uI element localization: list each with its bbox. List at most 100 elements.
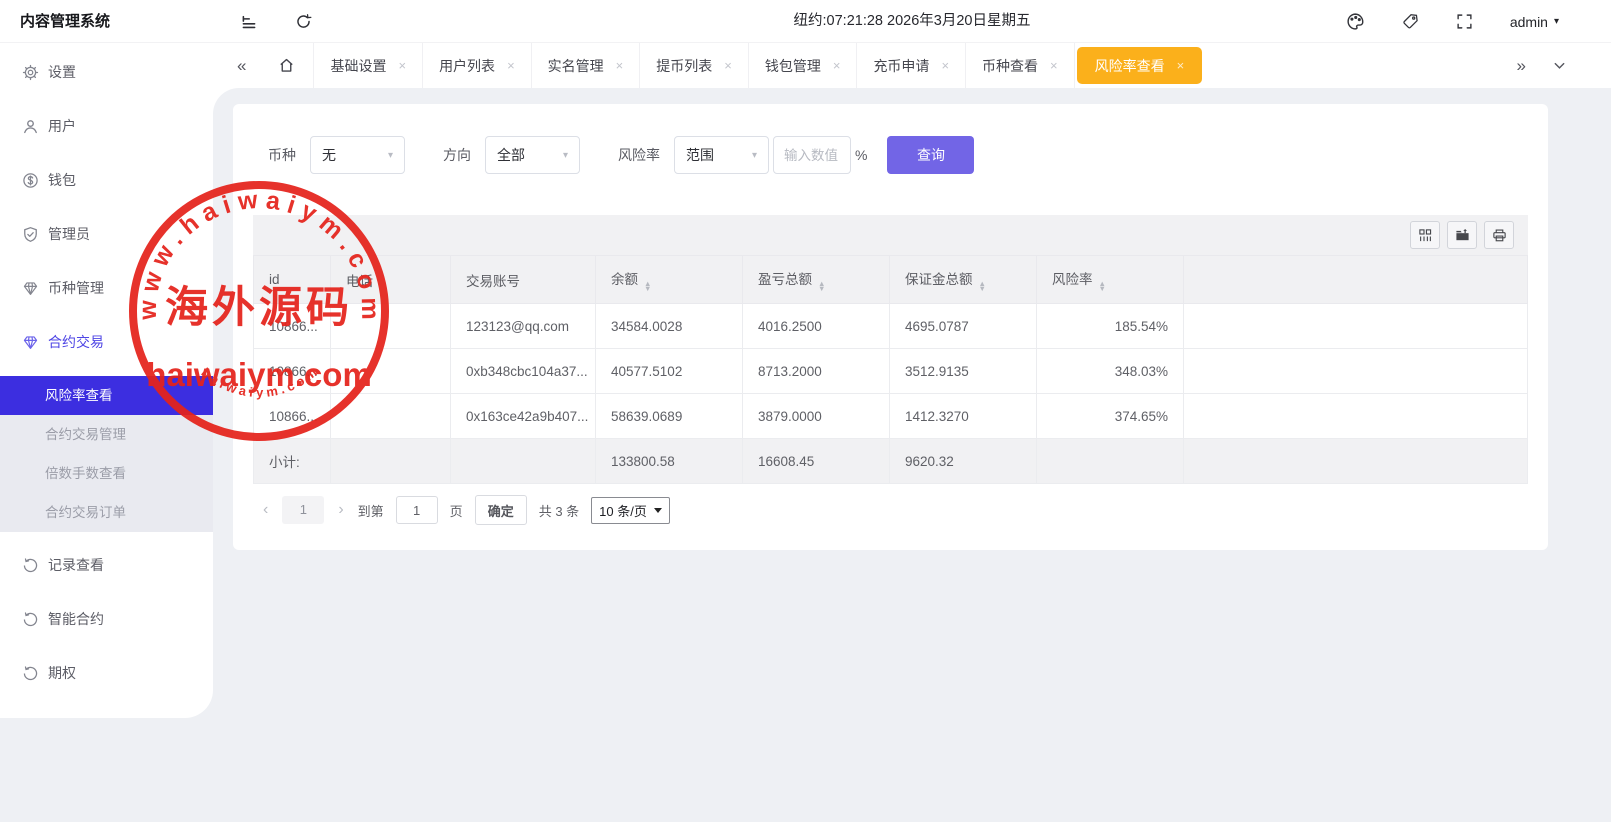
col-balance[interactable]: 余额 ▲▼ xyxy=(596,256,743,304)
currency-select[interactable]: 无 ▾ xyxy=(310,136,405,174)
cell-phone xyxy=(331,349,451,394)
tab-user-list[interactable]: 用户列表 × xyxy=(423,43,532,88)
total-count-label: 共 3 条 xyxy=(539,501,579,520)
sidebar-item-records[interactable]: 记录查看 xyxy=(0,538,213,592)
tab-kyc-manage[interactable]: 实名管理 × xyxy=(532,43,641,88)
cell-balance: 34584.0028 xyxy=(596,304,743,349)
tab-close-icon[interactable]: × xyxy=(833,58,841,73)
page-number-button[interactable]: 1 xyxy=(282,496,324,524)
home-tab[interactable] xyxy=(260,43,314,88)
submenu-item-risk-rate-view[interactable]: 风险率查看 xyxy=(0,376,213,415)
currency-filter-label: 币种 xyxy=(268,145,296,165)
col-id: id xyxy=(254,256,331,304)
tab-label: 风险率查看 xyxy=(1095,56,1165,76)
tab-close-icon[interactable]: × xyxy=(1177,58,1185,73)
next-page-icon[interactable]: › xyxy=(336,501,345,519)
cell-account: 0xb348cbc104a37... xyxy=(451,349,596,394)
tab-close-icon[interactable]: × xyxy=(616,58,624,73)
sort-icon[interactable]: ▲▼ xyxy=(979,282,986,291)
tab-withdraw-list[interactable]: 提币列表 × xyxy=(640,43,749,88)
sidebar-item-contract-trading[interactable]: 合约交易 xyxy=(0,315,213,369)
tab-deposit-apply[interactable]: 充币申请 × xyxy=(857,43,966,88)
cell-id: 10866... xyxy=(254,304,331,349)
col-risk[interactable]: 风险率▲▼ xyxy=(1037,256,1184,304)
query-button[interactable]: 查询 xyxy=(887,136,974,174)
page-suffix-label: 页 xyxy=(450,501,463,520)
sort-icon[interactable]: ▲▼ xyxy=(1099,282,1106,291)
print-button[interactable] xyxy=(1484,221,1514,249)
user-menu[interactable]: admin ▾ xyxy=(1510,14,1559,30)
tab-close-icon[interactable]: × xyxy=(398,58,406,73)
top-bar: 内容管理系统 纽约:07:21:28 2026年3月20日星期五 xyxy=(0,0,1611,43)
tab-label: 用户列表 xyxy=(439,56,495,76)
tab-label: 钱包管理 xyxy=(765,56,821,76)
cell-balance: 58639.0689 xyxy=(596,394,743,439)
submenu-item-contract-trade-orders[interactable]: 合约交易订单 xyxy=(0,493,213,532)
home-icon xyxy=(278,57,295,74)
tab-close-icon[interactable]: × xyxy=(507,58,515,73)
tab-close-icon[interactable]: × xyxy=(724,58,732,73)
col-margin[interactable]: 保证金总额▲▼ xyxy=(890,256,1037,304)
cell-filler xyxy=(1184,304,1528,349)
tab-strip: « 基础设置 × 用户列表 × 实名管理 × 提币列表 × 钱包管理 × 充币申… xyxy=(213,43,1611,88)
column-settings-button[interactable] xyxy=(1410,221,1440,249)
cell-risk: 348.03% xyxy=(1037,349,1184,394)
submenu-item-contract-trade-manage[interactable]: 合约交易管理 xyxy=(0,415,213,454)
tab-close-icon[interactable]: × xyxy=(941,58,949,73)
tab-coin-view[interactable]: 币种查看 × xyxy=(966,43,1075,88)
submenu-item-multiple-lots-view[interactable]: 倍数手数查看 xyxy=(0,454,213,493)
contract-trading-submenu: 风险率查看 合约交易管理 倍数手数查看 合约交易订单 xyxy=(0,376,213,532)
table-toolbar xyxy=(253,215,1528,255)
sidebar-item-label: 管理员 xyxy=(48,224,90,244)
col-account: 交易账号 xyxy=(451,256,596,304)
sidebar-item-settings[interactable]: 设置 xyxy=(0,45,213,99)
subtotal-margin: 9620.32 xyxy=(890,439,1037,484)
caret-down-icon xyxy=(654,508,662,513)
tabs-scroll-left-icon[interactable]: « xyxy=(213,56,260,76)
goto-confirm-button[interactable]: 确定 xyxy=(475,495,527,525)
tag-icon[interactable] xyxy=(1402,13,1419,30)
tabs-scroll-right-icon[interactable]: » xyxy=(1517,56,1526,76)
cell-id: 10866... xyxy=(254,349,331,394)
col-pnl[interactable]: 盈亏总额▲▼ xyxy=(743,256,890,304)
tabs-menu-chevron-icon[interactable] xyxy=(1552,58,1567,73)
sort-icon[interactable]: ▲▼ xyxy=(818,282,825,291)
direction-select[interactable]: 全部 ▾ xyxy=(485,136,580,174)
tab-wallet-manage[interactable]: 钱包管理 × xyxy=(749,43,858,88)
goto-page-input[interactable] xyxy=(396,496,438,524)
cell-balance: 40577.5102 xyxy=(596,349,743,394)
page-size-select[interactable]: 10 条/页 xyxy=(591,497,670,524)
pagination-bar: ‹ 1 › 到第 页 确定 共 3 条 10 条/页 xyxy=(261,492,670,528)
col-filler xyxy=(1184,256,1528,304)
currency-select-value: 无 xyxy=(322,145,336,165)
risk-mode-select[interactable]: 范围 ▾ xyxy=(674,136,769,174)
risk-table: id 电话 交易账号 余额▲▼ 盈亏总额▲▼ 保证金总额▲▼ xyxy=(253,215,1528,484)
prev-page-icon[interactable]: ‹ xyxy=(261,501,270,519)
tab-basic-settings[interactable]: 基础设置 × xyxy=(314,43,423,88)
history-icon xyxy=(22,665,39,682)
sort-icon[interactable]: ▲▼ xyxy=(644,282,651,291)
sidebar-item-label: 记录查看 xyxy=(48,555,104,575)
sidebar-item-smart-contract[interactable]: 智能合约 xyxy=(0,592,213,646)
sidebar-item-coin-manage[interactable]: 币种管理 xyxy=(0,261,213,315)
cell-margin: 3512.9135 xyxy=(890,349,1037,394)
risk-filter-label: 风险率 xyxy=(618,145,660,165)
col-label: 余额 xyxy=(611,272,638,287)
direction-filter-label: 方向 xyxy=(443,145,471,165)
export-button[interactable] xyxy=(1447,221,1477,249)
fullscreen-icon[interactable] xyxy=(1456,13,1473,30)
sidebar-item-users[interactable]: 用户 xyxy=(0,99,213,153)
sidebar: 设置 用户 钱包 管理员 xyxy=(0,43,213,718)
sidebar-item-label: 智能合约 xyxy=(48,609,104,629)
caret-down-icon: ▾ xyxy=(1554,16,1559,27)
tab-close-icon[interactable]: × xyxy=(1050,58,1058,73)
sidebar-item-admins[interactable]: 管理员 xyxy=(0,207,213,261)
risk-rate-card: 币种 无 ▾ 方向 全部 ▾ 风险率 范围 ▾ % 查询 xyxy=(233,104,1548,550)
risk-value-input[interactable] xyxy=(773,136,851,174)
tab-risk-rate-view[interactable]: 风险率查看 × xyxy=(1077,47,1203,84)
theme-palette-icon[interactable] xyxy=(1346,12,1365,31)
sidebar-item-options[interactable]: 期权 xyxy=(0,646,213,700)
sidebar-item-wallet[interactable]: 钱包 xyxy=(0,153,213,207)
subtotal-balance: 133800.58 xyxy=(596,439,743,484)
cell-risk: 185.54% xyxy=(1037,304,1184,349)
